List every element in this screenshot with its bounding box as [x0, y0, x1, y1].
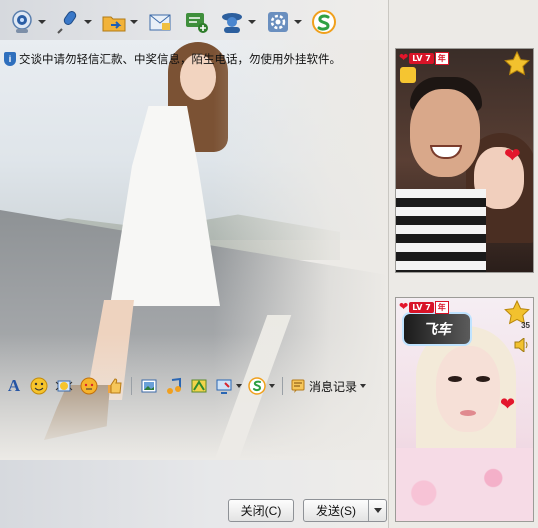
video-person-eye — [476, 376, 490, 382]
music-note-icon — [167, 377, 181, 394]
security-notice: i 交谈中请勿轻信汇款、中奖信息，陌生电话，勿使用外挂软件。 — [4, 50, 341, 68]
top-toolbar — [0, 0, 388, 44]
soso-button[interactable] — [308, 5, 340, 39]
input-toolbar: A 消息记录 — [0, 374, 388, 398]
email-icon — [146, 8, 174, 36]
chevron-down-icon[interactable] — [269, 384, 275, 388]
video-person-eye — [448, 376, 462, 382]
app-user-icon — [218, 8, 246, 36]
send-email-button[interactable] — [144, 5, 176, 39]
scrawl-button[interactable] — [189, 376, 209, 396]
toolbar-divider — [131, 377, 132, 395]
shake-icon — [55, 380, 73, 392]
chevron-down-icon[interactable] — [236, 384, 242, 388]
soso-icon — [248, 377, 266, 395]
emoji-button[interactable] — [29, 376, 49, 396]
apps-button[interactable] — [216, 5, 258, 39]
chevron-down-icon[interactable] — [360, 384, 367, 388]
right-panel: ❤ ❤ LV 7 年 3 ❤ 飞车 ❤ LV 7 年 35 — [388, 0, 538, 528]
voice-message-button[interactable] — [104, 376, 124, 396]
vip-icon — [400, 67, 416, 83]
send-button-group: 发送(S) — [303, 499, 387, 522]
video-person-shirt — [396, 189, 486, 272]
paint-icon — [191, 379, 207, 393]
folder-send-icon — [100, 8, 128, 36]
chevron-down-icon[interactable] — [130, 20, 138, 24]
video-person-face — [436, 346, 500, 432]
message-record-icon — [291, 379, 305, 393]
screenshot-icon — [216, 379, 232, 394]
video-pillow — [396, 448, 533, 521]
send-image-button[interactable] — [139, 376, 159, 396]
chevron-down-icon[interactable] — [84, 20, 92, 24]
level-label: LV 7 — [409, 301, 434, 313]
security-notice-text: 交谈中请勿轻信汇款、中奖信息，陌生电话，勿使用外挂软件。 — [19, 54, 341, 66]
chevron-down-icon[interactable] — [294, 20, 302, 24]
video-person-lips — [460, 410, 476, 416]
level-badge: ❤ LV 7 年 — [399, 51, 449, 65]
image-icon — [141, 379, 157, 393]
group-chat-add-icon — [182, 8, 210, 36]
voice-call-button[interactable] — [52, 5, 94, 39]
heart-icon: ❤ — [399, 301, 409, 313]
soso-icon — [310, 8, 338, 36]
magic-expression-button[interactable] — [79, 376, 99, 396]
level-label: LV 7 — [409, 52, 434, 64]
year-badge: 年 — [434, 51, 449, 65]
create-discussion-button[interactable] — [180, 5, 212, 39]
star-rank[interactable]: 3 — [504, 50, 530, 81]
chevron-down-icon[interactable] — [38, 20, 46, 24]
heart-icon: ❤ — [399, 52, 409, 64]
shield-icon: i — [4, 52, 16, 66]
message-record-button[interactable]: 消息记录 — [290, 378, 367, 395]
video-call-button[interactable] — [6, 5, 48, 39]
chevron-down-icon[interactable] — [248, 20, 256, 24]
screen-capture-button[interactable] — [214, 376, 234, 396]
send-button[interactable]: 发送(S) — [304, 500, 368, 521]
close-button[interactable]: 关闭(C) — [228, 499, 294, 522]
soso-search-button[interactable] — [247, 376, 267, 396]
contact-video-display[interactable]: ❤ ❤ LV 7 年 3 — [395, 48, 534, 273]
webcam-icon — [8, 8, 36, 36]
microphone-icon — [54, 8, 82, 36]
star-count: 3 — [525, 72, 530, 81]
magic-face-icon — [80, 377, 98, 395]
year-badge: 年 — [434, 300, 449, 314]
winged-heart-icon: ❤ — [500, 394, 516, 414]
level-badge: ❤ LV 7 年 — [399, 300, 449, 314]
chevron-down-icon — [373, 508, 382, 513]
thumb-icon — [108, 378, 122, 394]
settings-icon — [264, 8, 292, 36]
star-rank[interactable]: 35 — [504, 299, 530, 330]
self-video-display[interactable]: ❤ 飞车 ❤ LV 7 年 35 — [395, 297, 534, 522]
star-count: 35 — [521, 321, 530, 330]
send-file-button[interactable] — [98, 5, 140, 39]
winged-heart-icon: ❤ — [504, 145, 521, 167]
send-options-button[interactable] — [368, 500, 386, 521]
message-record-label: 消息记录 — [309, 379, 358, 394]
settings-button[interactable] — [262, 5, 304, 39]
music-button[interactable] — [164, 376, 184, 396]
chat-pane: i 交谈中请勿轻信汇款、中奖信息，陌生电话，勿使用外挂软件。 A 消息记录 关闭… — [0, 0, 388, 528]
smiley-icon — [30, 377, 48, 395]
toolbar-divider — [282, 377, 283, 395]
font-icon: A — [7, 376, 21, 395]
speaker-icon[interactable] — [514, 336, 530, 354]
game-logo: 飞车 — [402, 312, 472, 346]
shake-window-button[interactable] — [54, 376, 74, 396]
font-button[interactable]: A — [4, 376, 24, 396]
video-person-face — [410, 89, 480, 177]
